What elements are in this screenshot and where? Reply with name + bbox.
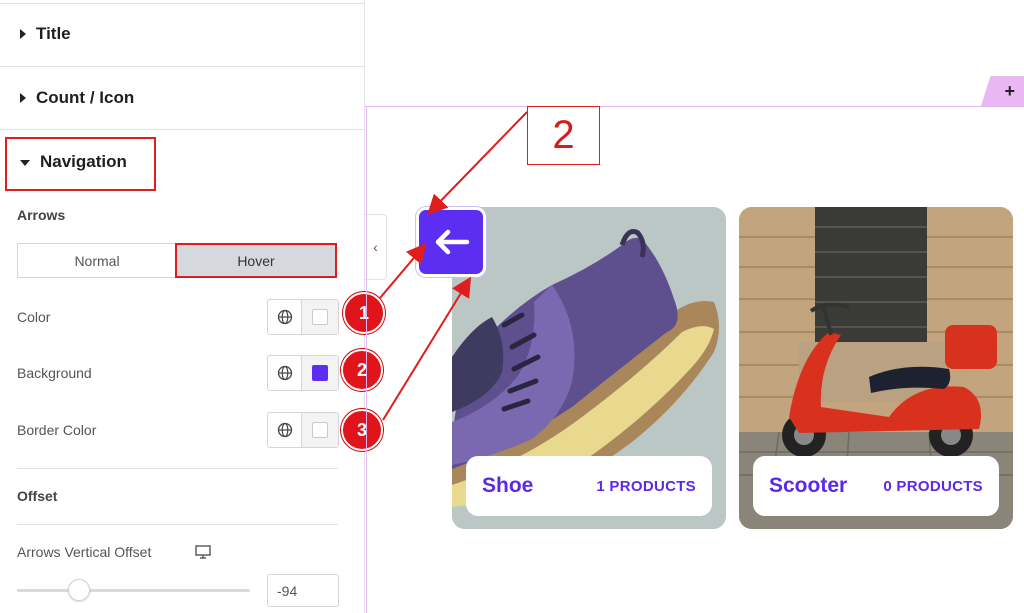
section-outline [365, 106, 1024, 107]
tab-normal[interactable]: Normal [18, 244, 176, 277]
annotation-badge-1: 1 [343, 292, 385, 334]
globe-icon [277, 422, 292, 438]
chevron-left-icon: ‹ [373, 239, 378, 255]
card-caption: Shoe 1 PRODUCTS [466, 456, 712, 516]
section-count-icon[interactable]: Count / Icon [0, 78, 365, 118]
color-swatch-button[interactable] [302, 300, 338, 334]
border-color-label: Border Color [17, 422, 97, 438]
globe-icon [277, 309, 292, 325]
card-name: Scooter [769, 474, 848, 497]
annotation-badge-3: 3 [341, 409, 383, 451]
divider [0, 129, 365, 130]
offset-value-input[interactable]: -94 [267, 574, 339, 607]
category-card-scooter[interactable]: Scooter 0 PRODUCTS [739, 207, 1013, 529]
offset-heading: Offset [17, 488, 58, 504]
border-color-swatch [312, 422, 328, 438]
border-color-control [267, 412, 339, 448]
card-caption: Scooter 0 PRODUCTS [753, 456, 999, 516]
divider [17, 468, 338, 469]
desktop-icon[interactable] [195, 545, 211, 559]
globe-icon [277, 365, 292, 381]
global-colors-button[interactable] [268, 300, 302, 334]
background-swatch-button[interactable] [302, 356, 338, 390]
editor-screen: Title Count / Icon Navigation Arrows Nor… [0, 0, 1024, 613]
category-card-shoe[interactable]: Shoe 1 PRODUCTS [452, 207, 726, 529]
card-count: 0 PRODUCTS [883, 477, 983, 495]
arrow-left-icon [435, 229, 470, 255]
state-toggle: Normal Hover [17, 243, 337, 278]
caret-right-icon [20, 29, 26, 39]
add-section-button[interactable]: + [981, 76, 1024, 106]
annotation-badge-2: 2 [341, 349, 383, 391]
card-name: Shoe [482, 474, 534, 497]
section-title-label: Title [36, 24, 71, 43]
arrows-heading: Arrows [17, 207, 66, 223]
background-label: Background [17, 365, 92, 381]
color-control [267, 299, 339, 335]
color-label: Color [17, 309, 51, 325]
divider [17, 524, 338, 525]
offset-slider-track[interactable] [17, 589, 250, 592]
highlight-box [5, 137, 156, 191]
divider [0, 66, 365, 67]
vertical-offset-label: Arrows Vertical Offset [17, 544, 152, 560]
global-colors-button[interactable] [268, 356, 302, 390]
section-count-icon-label: Count / Icon [36, 88, 135, 107]
callout-number: 2 [527, 106, 600, 165]
style-panel: Title Count / Icon Navigation Arrows Nor… [0, 0, 365, 613]
tab-hover[interactable]: Hover [175, 243, 337, 278]
collapse-panel-button[interactable]: ‹ [365, 214, 387, 280]
divider [0, 3, 365, 4]
global-colors-button[interactable] [268, 413, 302, 447]
caret-right-icon [20, 93, 26, 103]
carousel-prev-button[interactable] [416, 207, 486, 277]
callout-arrow [427, 111, 528, 215]
border-color-swatch-button[interactable] [302, 413, 338, 447]
color-swatch [312, 309, 328, 325]
section-title[interactable]: Title [0, 14, 365, 54]
section-outline [366, 106, 367, 613]
card-count: 1 PRODUCTS [596, 477, 696, 495]
background-swatch [312, 365, 328, 381]
offset-slider-handle[interactable] [68, 579, 90, 601]
background-control [267, 355, 339, 391]
